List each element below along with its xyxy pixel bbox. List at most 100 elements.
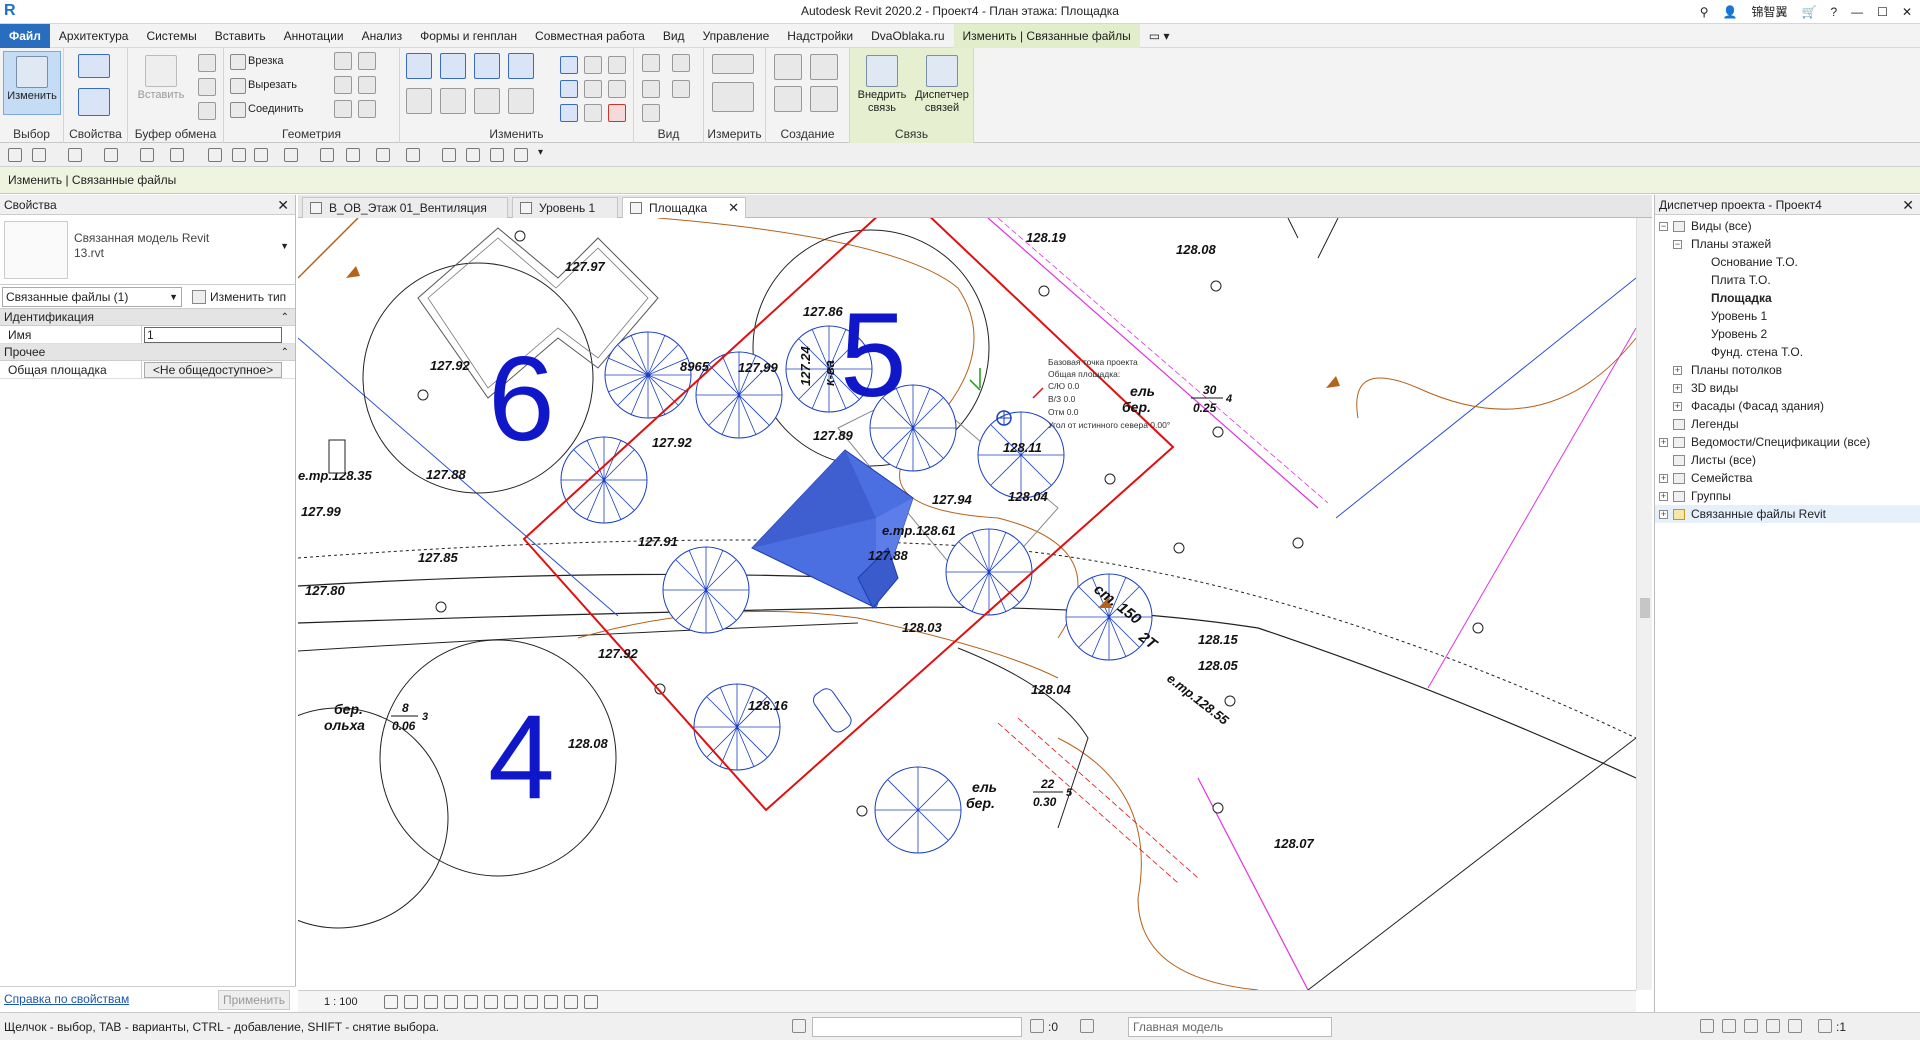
mirror-axis-icon[interactable] <box>474 53 500 79</box>
expand-icon[interactable]: + <box>1659 492 1668 501</box>
shadows-icon[interactable] <box>444 995 458 1009</box>
view-tool-5-icon[interactable] <box>642 104 660 122</box>
print-icon[interactable] <box>140 148 154 162</box>
tab-dvaoblaka[interactable]: DvaOblaka.ru <box>862 24 953 48</box>
unpin-icon[interactable] <box>608 80 626 98</box>
tree-item-ceiling-plans[interactable]: + Планы потолков <box>1655 361 1920 379</box>
tab-collaborate[interactable]: Совместная работа <box>526 24 654 48</box>
text-icon[interactable] <box>254 148 268 162</box>
split-icon[interactable] <box>560 56 578 74</box>
sun-path-icon[interactable] <box>424 995 438 1009</box>
section-other[interactable]: Прочее ⌃ <box>0 344 295 361</box>
expand-icon[interactable]: + <box>1659 438 1668 447</box>
select-links-icon[interactable] <box>1700 1019 1714 1033</box>
tree-item-families[interactable]: + Семейства <box>1655 469 1920 487</box>
cut-in-button[interactable]: Врезка <box>228 51 284 71</box>
delete-icon[interactable] <box>608 104 626 122</box>
qat-tool-4-icon[interactable] <box>514 148 528 162</box>
create-group-icon[interactable] <box>810 54 838 80</box>
name-field[interactable]: 1 <box>144 327 282 343</box>
thin-lines-icon[interactable] <box>346 148 360 162</box>
undo-icon[interactable] <box>68 148 82 162</box>
scroll-thumb[interactable] <box>1640 598 1650 618</box>
tab-view[interactable]: Вид <box>654 24 694 48</box>
site-plan-drawing[interactable]: Базовая точка проекта Общая площадка: С/… <box>298 218 1636 990</box>
save-icon[interactable] <box>8 148 22 162</box>
redo-icon[interactable] <box>104 148 118 162</box>
modify-button[interactable]: Изменить <box>3 51 61 115</box>
collapse-icon[interactable]: ⌃ <box>281 309 289 326</box>
tab-architecture[interactable]: Архитектура <box>50 24 138 48</box>
tree-item-sheets[interactable]: Листы (все) <box>1655 451 1920 469</box>
instance-filter-select[interactable]: Связанные файлы (1) ▼ <box>2 287 182 307</box>
geometry-tool-3-icon[interactable] <box>334 76 352 94</box>
dimension-qat-icon[interactable] <box>208 148 222 162</box>
worksets-icon[interactable] <box>792 1019 806 1033</box>
select-pinned-icon[interactable] <box>1744 1019 1758 1033</box>
override-graphics-icon[interactable] <box>642 80 660 98</box>
tree-item-foundation-to[interactable]: Основание Т.О. <box>1655 253 1920 271</box>
trim-icon[interactable] <box>560 104 578 122</box>
align-icon[interactable] <box>406 53 432 79</box>
tree-item-schedules[interactable]: + Ведомости/Спецификации (все) <box>1655 433 1920 451</box>
qat-tool-2-icon[interactable] <box>466 148 480 162</box>
type-selector[interactable]: Связанная модель Revit 13.rvt ▼ <box>0 215 295 285</box>
shared-site-button[interactable]: <Не общедоступное> <box>144 362 282 378</box>
expand-icon[interactable]: + <box>1673 402 1682 411</box>
select-by-face-icon[interactable] <box>1766 1019 1780 1033</box>
close-hidden-icon[interactable] <box>376 148 390 162</box>
tree-item-3d-views[interactable]: +3D виды <box>1655 379 1920 397</box>
canvas-vertical-scrollbar[interactable] <box>1636 218 1652 990</box>
drawing-area[interactable]: Базовая точка проекта Общая площадка: С/… <box>298 218 1636 990</box>
drag-elements-icon[interactable] <box>1788 1019 1802 1033</box>
tab-manage[interactable]: Управление <box>694 24 779 48</box>
tab-view-level1[interactable]: Уровень 1 <box>512 197 618 218</box>
tab-close-icon[interactable]: ✕ <box>728 198 739 218</box>
edit-type-button[interactable]: Изменить тип <box>190 287 286 307</box>
tree-item-foundation-wall[interactable]: Фунд. стена Т.О. <box>1655 343 1920 361</box>
apply-button[interactable]: Применить <box>218 990 290 1010</box>
pin-icon[interactable] <box>608 56 626 74</box>
tree-item-elevations[interactable]: + Фасады (Фасад здания) <box>1655 397 1920 415</box>
detail-level-icon[interactable] <box>384 995 398 1009</box>
minimize-icon[interactable]: — <box>1851 5 1863 19</box>
properties-close-icon[interactable]: ✕ <box>277 195 289 215</box>
tree-item-legends[interactable]: Легенды <box>1655 415 1920 433</box>
geometry-tool-4-icon[interactable] <box>358 76 376 94</box>
section-icon[interactable] <box>320 148 334 162</box>
geometry-tool-1-icon[interactable] <box>334 52 352 70</box>
expand-icon[interactable]: + <box>1673 384 1682 393</box>
hide-in-view-icon[interactable] <box>642 54 660 72</box>
cart-icon[interactable]: 🛒 <box>1802 5 1817 19</box>
help-icon[interactable]: ? <box>1830 5 1837 19</box>
tree-item-level1[interactable]: Уровень 1 <box>1655 307 1920 325</box>
collapse-icon[interactable]: − <box>1659 222 1668 231</box>
qat-tool-3-icon[interactable] <box>490 148 504 162</box>
collapse-icon[interactable]: ⌃ <box>281 344 289 361</box>
filter-icon[interactable] <box>1818 1019 1832 1033</box>
mirror-draw-icon[interactable] <box>508 53 534 79</box>
match-properties-icon[interactable] <box>198 102 216 120</box>
3d-view-icon[interactable] <box>284 148 298 162</box>
dimension-icon[interactable] <box>712 82 754 112</box>
tree-item-site[interactable]: Площадка <box>1655 289 1920 307</box>
user-icon[interactable]: 👤 <box>1723 5 1738 19</box>
visual-style-icon[interactable] <box>404 995 418 1009</box>
tab-view-ventilation[interactable]: В_ОВ_Этаж 01_Вентиляция <box>302 197 508 218</box>
section-identification[interactable]: Идентификация ⌃ <box>0 309 295 326</box>
create-part-icon[interactable] <box>774 86 802 112</box>
expand-icon[interactable]: + <box>1673 366 1682 375</box>
tab-massing-site[interactable]: Формы и генплан <box>411 24 526 48</box>
paste-button[interactable]: Вставить <box>132 51 190 115</box>
sync-icon[interactable] <box>32 148 46 162</box>
view-scale[interactable]: 1 : 100 <box>324 991 358 1013</box>
tab-systems[interactable]: Системы <box>137 24 205 48</box>
user-name[interactable]: 锦智翼 <box>1752 3 1788 20</box>
expand-icon[interactable]: + <box>1659 474 1668 483</box>
collapse-icon[interactable]: − <box>1673 240 1682 249</box>
analytical-model-icon[interactable] <box>564 995 578 1009</box>
trim-multi-icon[interactable] <box>584 104 602 122</box>
properties-icon[interactable] <box>78 88 110 116</box>
cut-button[interactable]: Вырезать <box>228 75 297 95</box>
close-icon[interactable]: ✕ <box>1902 5 1912 19</box>
